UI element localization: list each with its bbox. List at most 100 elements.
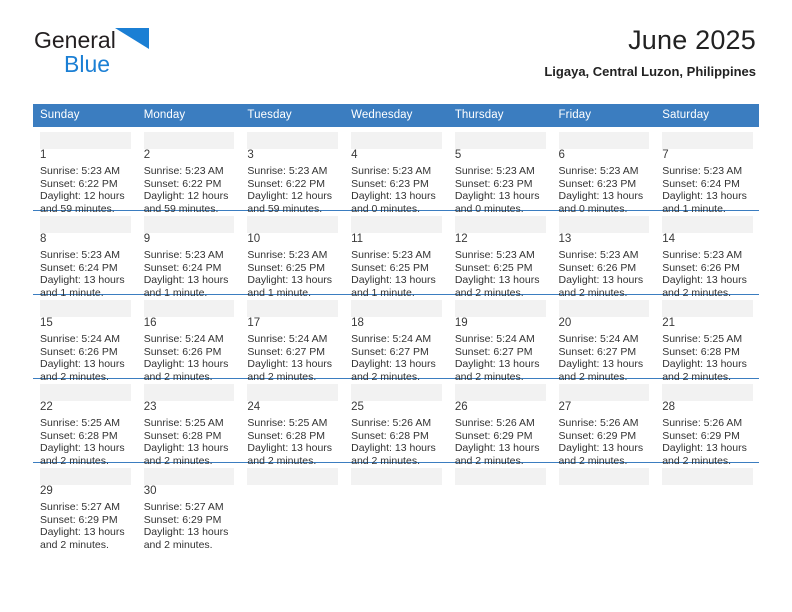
day-number-band: [40, 132, 131, 149]
daylight-text-line2: and 2 minutes.: [143, 454, 213, 467]
sunset-text: Sunset: 6:27 PM: [247, 345, 326, 358]
day-cell[interactable]: 13 Sunrise: 5:23 AM Sunset: 6:26 PM Dayligh…: [551, 210, 656, 299]
day-cell[interactable]: 11 Sunrise: 5:23 AM Sunset: 6:25 PM Dayligh…: [344, 210, 448, 299]
day-cell[interactable]: 30 Sunrise: 5:27 AM Sunset: 6:29 PM Dayligh…: [136, 462, 241, 551]
title-block: June 2025 Ligaya, Central Luzon, Philipp…: [544, 24, 756, 81]
day-number-band: [351, 468, 442, 485]
sunrise-text: Sunrise: 5:26 AM: [662, 417, 743, 429]
daylight-text-line1: Daylight: 13 hours: [662, 190, 747, 203]
day-cell[interactable]: 19 Sunrise: 5:24 AM Sunset: 6:27 PM Dayligh…: [447, 294, 552, 383]
daylight-text-line2: and 2 minutes.: [351, 370, 420, 383]
day-number-band: [40, 384, 131, 401]
sunrise-text: Sunrise: 5:23 AM: [40, 165, 120, 177]
day-cell[interactable]: 8 Sunrise: 5:23 AM Sunset: 6:24 PM Daylight…: [33, 210, 137, 299]
daylight-text-line1: Daylight: 13 hours: [662, 442, 747, 455]
day-cell-empty: [344, 462, 448, 546]
day-cell[interactable]: 2 Sunrise: 5:23 AM Sunset: 6:22 PM Daylight…: [136, 126, 241, 215]
sunrise-text: Sunrise: 5:23 AM: [247, 165, 328, 177]
sunrise-text: Sunrise: 5:24 AM: [351, 333, 432, 345]
day-number: 24: [247, 401, 261, 413]
daylight-text-line2: and 1 minute.: [662, 202, 726, 215]
day-number: 8: [40, 233, 47, 245]
day-number-band: [558, 216, 650, 233]
day-cell[interactable]: 22 Sunrise: 5:25 AM Sunset: 6:28 PM Dayligh…: [33, 378, 137, 467]
day-cell[interactable]: 23 Sunrise: 5:25 AM Sunset: 6:28 PM Dayligh…: [136, 378, 241, 467]
day-number-band: [351, 132, 442, 149]
day-cell[interactable]: 7 Sunrise: 5:23 AM Sunset: 6:24 PM Daylight…: [655, 126, 759, 215]
daylight-text-line1: Daylight: 13 hours: [351, 442, 436, 455]
day-cell[interactable]: 3 Sunrise: 5:23 AM Sunset: 6:22 PM Daylight…: [240, 126, 345, 215]
sunset-text: Sunset: 6:26 PM: [143, 345, 222, 358]
day-number: 10: [247, 233, 261, 245]
daylight-text-line1: Daylight: 13 hours: [454, 274, 540, 287]
daylight-text-line2: and 59 minutes.: [247, 202, 323, 215]
sunset-text: Sunset: 6:27 PM: [558, 345, 637, 358]
day-cell[interactable]: 28 Sunrise: 5:26 AM Sunset: 6:29 PM Dayligh…: [655, 378, 759, 467]
sunset-text: Sunset: 6:25 PM: [247, 261, 326, 274]
day-number-band: [454, 468, 546, 485]
day-cell[interactable]: 18 Sunrise: 5:24 AM Sunset: 6:27 PM Dayligh…: [344, 294, 448, 383]
day-cell[interactable]: 26 Sunrise: 5:26 AM Sunset: 6:29 PM Dayligh…: [447, 378, 552, 467]
day-number-band: [558, 300, 650, 317]
sunset-text: Sunset: 6:26 PM: [558, 261, 637, 274]
day-cell[interactable]: 12 Sunrise: 5:23 AM Sunset: 6:25 PM Dayligh…: [447, 210, 552, 299]
day-number: 4: [351, 149, 358, 161]
daylight-text-line1: Daylight: 13 hours: [454, 190, 540, 203]
weekday-header-thursday: Thursday: [447, 104, 552, 126]
sunrise-text: Sunrise: 5:24 AM: [454, 333, 535, 345]
day-cell-empty: [655, 462, 759, 546]
daylight-text-line2: and 2 minutes.: [558, 286, 628, 299]
daylight-text-line1: Daylight: 13 hours: [143, 358, 229, 371]
sunset-text: Sunset: 6:28 PM: [40, 429, 118, 442]
day-cell[interactable]: 15 Sunrise: 5:24 AM Sunset: 6:26 PM Dayligh…: [33, 294, 137, 383]
sunset-text: Sunset: 6:27 PM: [454, 345, 533, 358]
sunset-text: Sunset: 6:28 PM: [662, 345, 740, 358]
day-cell[interactable]: 6 Sunrise: 5:23 AM Sunset: 6:23 PM Daylight…: [551, 126, 656, 215]
day-cell[interactable]: 21 Sunrise: 5:25 AM Sunset: 6:28 PM Dayligh…: [655, 294, 759, 383]
daylight-text-line1: Daylight: 13 hours: [558, 442, 644, 455]
sunrise-text: Sunrise: 5:25 AM: [143, 417, 224, 429]
weekday-header-friday: Friday: [551, 104, 656, 126]
sunrise-text: Sunrise: 5:23 AM: [662, 249, 743, 261]
day-cell[interactable]: 20 Sunrise: 5:24 AM Sunset: 6:27 PM Dayligh…: [551, 294, 656, 383]
day-cell[interactable]: 24 Sunrise: 5:25 AM Sunset: 6:28 PM Dayligh…: [240, 378, 345, 467]
day-number-band: [143, 384, 235, 401]
day-number: 26: [454, 401, 468, 413]
sunset-text: Sunset: 6:28 PM: [351, 429, 429, 442]
day-cell[interactable]: 17 Sunrise: 5:24 AM Sunset: 6:27 PM Dayligh…: [240, 294, 345, 383]
day-number: 12: [454, 233, 468, 245]
day-number: 1: [40, 149, 47, 161]
day-cell[interactable]: 10 Sunrise: 5:23 AM Sunset: 6:25 PM Dayligh…: [240, 210, 345, 299]
day-cell[interactable]: 4 Sunrise: 5:23 AM Sunset: 6:23 PM Daylight…: [344, 126, 448, 215]
day-cell[interactable]: 27 Sunrise: 5:26 AM Sunset: 6:29 PM Dayligh…: [551, 378, 656, 467]
sunset-text: Sunset: 6:28 PM: [247, 429, 326, 442]
daylight-text-line1: Daylight: 13 hours: [143, 274, 229, 287]
sunrise-text: Sunrise: 5:24 AM: [558, 333, 639, 345]
daylight-text-line1: Daylight: 13 hours: [351, 358, 436, 371]
day-number: 20: [558, 317, 572, 329]
sunrise-text: Sunrise: 5:27 AM: [143, 501, 224, 513]
page-header: General Blue June 2025 Ligaya, Central L…: [0, 0, 792, 79]
daylight-text-line2: and 2 minutes.: [247, 454, 317, 467]
calendar-header-row: Sunday Monday Tuesday Wednesday Thursday…: [33, 104, 759, 126]
day-number-band: [351, 384, 442, 401]
daylight-text-line1: Daylight: 13 hours: [143, 526, 229, 539]
sunrise-text: Sunrise: 5:23 AM: [247, 249, 328, 261]
day-cell[interactable]: 5 Sunrise: 5:23 AM Sunset: 6:23 PM Daylight…: [447, 126, 552, 215]
sunset-text: Sunset: 6:29 PM: [662, 429, 740, 442]
day-number: 23: [143, 401, 157, 413]
generalblue-logo[interactable]: General Blue: [34, 28, 264, 80]
sunrise-text: Sunrise: 5:23 AM: [351, 249, 432, 261]
logo-text-general: General: [34, 27, 116, 53]
day-cell[interactable]: 29 Sunrise: 5:27 AM Sunset: 6:29 PM Dayligh…: [33, 462, 137, 551]
day-number: 6: [558, 149, 565, 161]
day-cell[interactable]: 14 Sunrise: 5:23 AM Sunset: 6:26 PM Dayligh…: [655, 210, 759, 299]
daylight-text-line2: and 0 minutes.: [351, 202, 420, 215]
daylight-text-line1: Daylight: 13 hours: [247, 442, 333, 455]
day-cell[interactable]: 9 Sunrise: 5:23 AM Sunset: 6:24 PM Daylight…: [136, 210, 241, 299]
day-cell[interactable]: 16 Sunrise: 5:24 AM Sunset: 6:26 PM Dayligh…: [136, 294, 241, 383]
sunrise-text: Sunrise: 5:23 AM: [351, 165, 432, 177]
day-cell[interactable]: 1 Sunrise: 5:23 AM Sunset: 6:22 PM Daylight…: [33, 126, 137, 215]
day-cell[interactable]: 25 Sunrise: 5:26 AM Sunset: 6:28 PM Dayligh…: [344, 378, 448, 467]
sunrise-text: Sunrise: 5:23 AM: [558, 165, 639, 177]
